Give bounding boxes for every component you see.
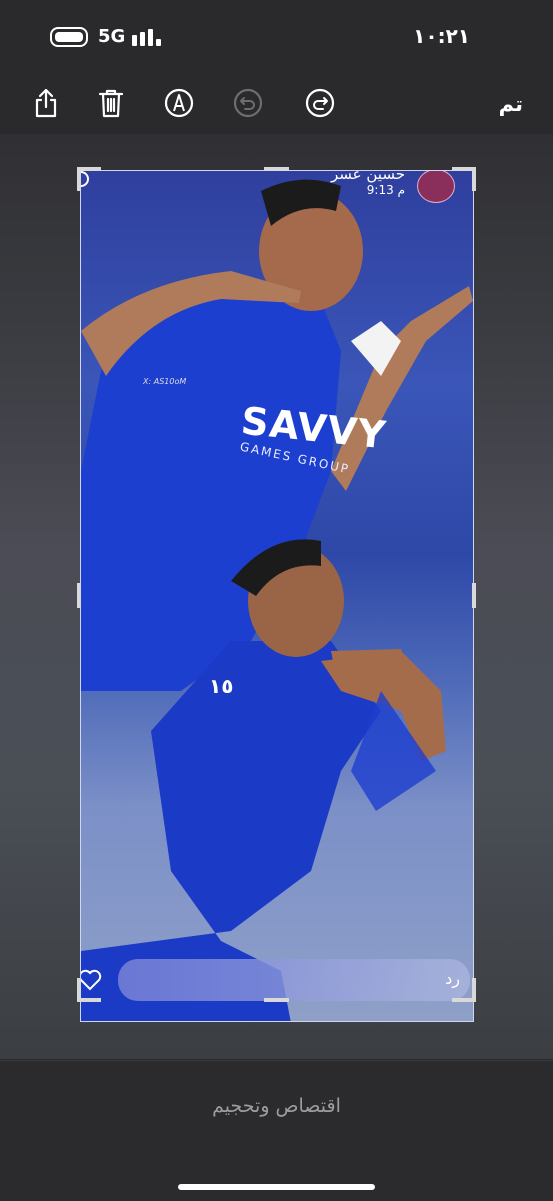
signal-icon [132,28,162,46]
undo-icon[interactable] [231,86,265,120]
avatar [417,171,455,203]
crop-handle-bottom-right-vertical[interactable] [472,978,476,1002]
crop-handle-top-left-vertical[interactable] [77,167,81,191]
done-button[interactable]: تم [499,92,523,116]
share-icon[interactable] [29,86,63,120]
crop-handle-left[interactable] [77,583,81,608]
story-username: حسين عسر [331,170,405,183]
clock: ١٠:٢١ [413,24,470,48]
watermark: X: AS10oM [143,377,187,386]
crop-mode-label[interactable]: اقتصاص وتحجيم [0,1095,553,1117]
bottom-panel: اقتصاص وتحجيم [0,1060,553,1201]
shirt-number: ١٥ [209,674,234,698]
crop-handle-right[interactable] [472,583,476,608]
trash-icon[interactable] [94,86,128,120]
status-bar: 5G ١٠:٢١ [0,0,553,70]
markup-icon[interactable] [162,86,196,120]
reply-placeholder: رد [445,969,460,988]
photo-canvas: حسين عسر 9:13 م X: AS10oM SAVVY GAMES GR… [0,134,553,1059]
network-type: 5G [98,26,126,47]
crop-handle-top-right-vertical[interactable] [472,167,476,191]
redo-icon[interactable] [303,86,337,120]
editor-toolbar: تم [0,72,553,135]
crop-handle-bottom-left-vertical[interactable] [77,978,81,1002]
crop-handle-bottom[interactable] [264,998,289,1002]
crop-handle-top[interactable] [264,167,289,171]
players-image [81,179,473,1021]
home-indicator[interactable] [178,1184,375,1190]
heart-icon [81,969,102,991]
story-time: 9:13 م [366,183,405,197]
reply-field: رد [118,959,470,1001]
battery-icon [50,27,88,47]
edited-photo[interactable]: حسين عسر 9:13 م X: AS10oM SAVVY GAMES GR… [80,170,474,1022]
